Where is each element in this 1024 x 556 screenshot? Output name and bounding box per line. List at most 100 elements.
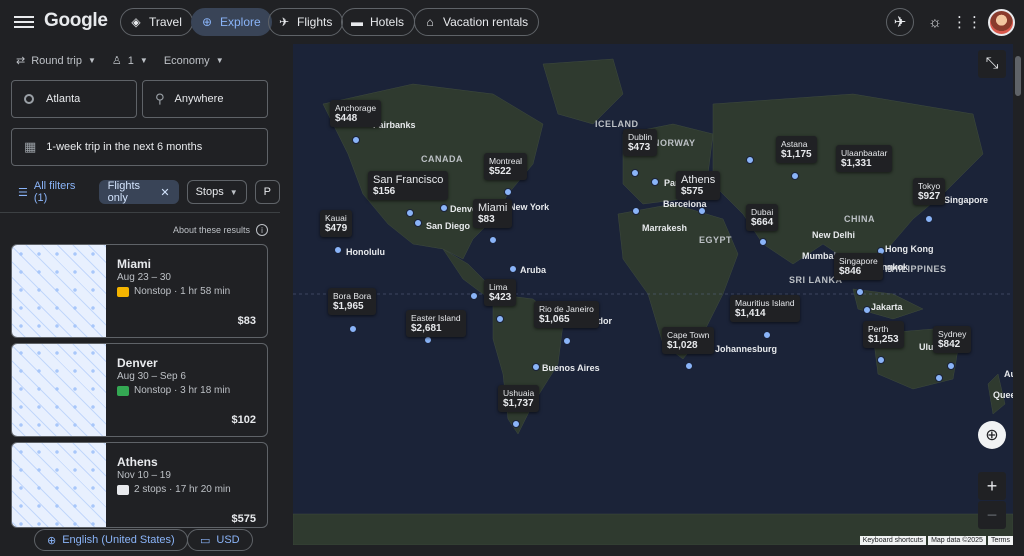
destination-pin[interactable] [504, 188, 512, 196]
destination-pin[interactable] [563, 337, 571, 345]
result-card-denver[interactable]: Denver Aug 30 – Sep 6 Nonstop · 3 hr 18 … [11, 343, 268, 437]
price-tag-miami[interactable]: Miami $83 [473, 199, 513, 228]
destination-pin[interactable] [685, 362, 693, 370]
more-filters-chip[interactable]: P [254, 180, 280, 204]
flights-only-chip[interactable]: Flights only ✕ [98, 180, 179, 204]
tab-vacation-rentals[interactable]: ⌂ Vacation rentals [414, 8, 540, 36]
destination-pin[interactable] [763, 331, 771, 339]
google-logo[interactable]: Google [44, 10, 108, 32]
trip-type-select[interactable]: ⇄ Round trip ▼ [16, 54, 96, 68]
theme-toggle-icon[interactable]: ☼ [921, 8, 949, 36]
price-tag-dubai[interactable]: Dubai $664 [746, 204, 779, 231]
info-icon[interactable]: i [256, 224, 268, 236]
destination-pin[interactable] [925, 215, 933, 223]
price-tag-ushuaia[interactable]: Ushuaia $1,737 [498, 385, 540, 412]
destination-pin[interactable] [509, 265, 517, 273]
tab-flights[interactable]: ✈ Flights [268, 8, 344, 36]
price-tag-kauai[interactable]: Kauai $479 [320, 210, 353, 237]
destination-field[interactable]: ⚲ Anywhere [142, 80, 268, 118]
tab-travel[interactable]: ◈ Travel [120, 8, 193, 36]
destination-pin[interactable] [947, 362, 955, 370]
price-tag-sydney[interactable]: Sydney $842 [933, 326, 972, 353]
dropdown-icon: ▼ [229, 187, 238, 197]
result-card-miami[interactable]: Miami Aug 23 – 30 Nonstop · 1 hr 58 min … [11, 244, 268, 338]
all-filters-button[interactable]: ☰ All filters (1) [10, 180, 91, 204]
person-icon: ♙ [111, 55, 122, 67]
result-stops: 2 stops · 17 hr 20 min [117, 484, 231, 495]
destination-pin[interactable] [334, 246, 342, 254]
destination-pin[interactable] [414, 219, 422, 227]
city-label: Jakarta [871, 302, 903, 312]
price-tag-singapore[interactable]: Singapore $846 [834, 253, 883, 280]
destination-pin[interactable] [759, 238, 767, 246]
price-tag-easter-island[interactable]: Easter Island $2,681 [406, 310, 466, 337]
destination-pin[interactable] [440, 204, 448, 212]
region-label: CANADA [421, 154, 463, 164]
destination-pin[interactable] [349, 325, 357, 333]
price-tag-san-francisco[interactable]: San Francisco $156 [368, 171, 449, 200]
dates-field[interactable]: ▦ 1-week trip in the next 6 months [11, 128, 268, 166]
zoom-in-button[interactable]: + [978, 472, 1006, 500]
dropdown-icon: ▼ [87, 56, 96, 65]
keyboard-shortcuts-link[interactable]: Keyboard shortcuts [859, 536, 927, 545]
city-label: New Delhi [812, 230, 856, 240]
menu-icon[interactable] [14, 13, 34, 31]
price-tag-ulaanbaatar[interactable]: Ulaanbaatar $1,331 [836, 145, 893, 172]
tab-explore[interactable]: ⊕ Explore [191, 8, 272, 36]
destination-pin[interactable] [651, 178, 659, 186]
zoom-out-button[interactable]: − [978, 501, 1006, 529]
destination-pin[interactable] [791, 172, 799, 180]
price-tag-montreal[interactable]: Montreal $522 [484, 153, 528, 180]
currency-button[interactable]: ▭ USD [187, 529, 253, 551]
destination-pin[interactable] [746, 156, 754, 164]
page-scrollbar[interactable] [1015, 56, 1021, 96]
destination-pin[interactable] [470, 292, 478, 300]
city-label: Singapore [944, 195, 989, 205]
apps-grid-icon[interactable]: ⋮⋮ [952, 8, 982, 36]
destination-pin[interactable] [632, 207, 640, 215]
result-card-athens[interactable]: Athens Nov 10 – 19 2 stops · 17 hr 20 mi… [11, 442, 268, 528]
destination-pin[interactable] [631, 169, 639, 177]
region-label: NORWAY [653, 138, 696, 148]
destination-pin[interactable] [352, 136, 360, 144]
tab-hotels[interactable]: ▬ Hotels [341, 8, 416, 36]
recenter-icon[interactable]: ⊕ [978, 421, 1006, 449]
price-tag-tokyo[interactable]: Tokyo $927 [913, 178, 946, 205]
price-tag-mauritius-island[interactable]: Mauritius Island $1,414 [730, 295, 800, 322]
price-tag-perth[interactable]: Perth $1,253 [863, 321, 904, 348]
destination-pin[interactable] [532, 363, 540, 371]
result-dates: Aug 23 – 30 [117, 272, 171, 283]
terms-link[interactable]: Terms [987, 536, 1013, 545]
language-button[interactable]: ⊕ English (United States) [34, 529, 188, 551]
destination-pin[interactable] [496, 315, 504, 323]
destination-pin[interactable] [935, 374, 943, 382]
price-tag-astana[interactable]: Astana $1,175 [776, 136, 817, 163]
stops-chip[interactable]: Stops ▼ [186, 180, 247, 204]
flight-deals-icon[interactable]: ✈ [886, 8, 914, 36]
region-label: EGYPT [699, 235, 733, 245]
cabin-select[interactable]: Economy ▼ [164, 54, 224, 67]
price-tag-cape-town[interactable]: Cape Town $1,028 [662, 327, 715, 354]
region-label: CHINA [844, 214, 875, 224]
destination-pin[interactable] [698, 207, 706, 215]
destination-pin[interactable] [856, 288, 864, 296]
passengers-select[interactable]: ♙ 1 ▼ [111, 54, 148, 68]
about-results[interactable]: About these results i [173, 224, 268, 236]
price-tag-lima[interactable]: Lima $423 [484, 279, 517, 306]
price-tag-dublin[interactable]: Dublin $473 [623, 129, 658, 156]
account-avatar[interactable] [988, 9, 1015, 36]
destination-pin[interactable] [489, 236, 497, 244]
origin-field[interactable]: Atlanta [11, 80, 137, 118]
destination-pin[interactable] [406, 209, 414, 217]
destination-pin[interactable] [877, 356, 885, 364]
close-icon[interactable]: ✕ [160, 186, 169, 199]
price-tag-bora-bora[interactable]: Bora Bora $1,965 [328, 288, 377, 315]
collapse-map-icon[interactable]: ⤡ [978, 50, 1006, 78]
price-tag-athens[interactable]: Athens $575 [676, 171, 721, 200]
price-tag-rio-de-janeiro[interactable]: Rio de Janeiro $1,065 [534, 301, 599, 328]
destination-pin[interactable] [863, 306, 871, 314]
destination-pin[interactable] [424, 336, 432, 344]
world-map[interactable]: CANADA ICELAND NORWAY EGYPT CHINA SRI LA… [293, 44, 1013, 545]
destination-pin[interactable] [512, 420, 520, 428]
price-tag-anchorage[interactable]: Anchorage $448 [330, 100, 382, 127]
